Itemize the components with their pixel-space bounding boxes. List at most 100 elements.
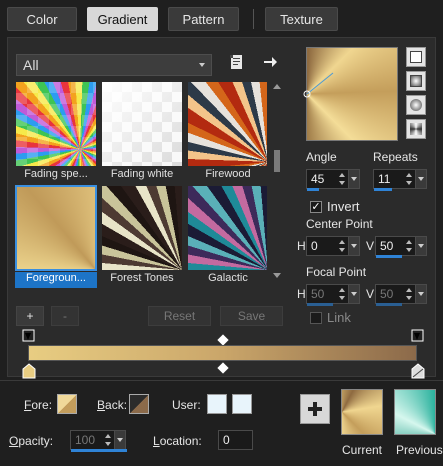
angle-label: Angle — [306, 150, 337, 164]
spin-arrows-icon[interactable] — [339, 172, 347, 186]
center-v-value: 50 — [380, 239, 394, 253]
scroll-up-icon[interactable] — [273, 84, 281, 89]
radial-shape-button[interactable] — [406, 95, 426, 115]
preset-tile[interactable]: Fading spe... — [15, 82, 97, 186]
preset-thumbnail — [15, 185, 97, 271]
user-label: User: — [172, 398, 201, 412]
preset-thumbnail — [16, 82, 96, 166]
location-input[interactable]: 0 — [218, 430, 253, 450]
rectangular-shape-button[interactable] — [406, 71, 426, 91]
preset-tile[interactable]: Galactic — [187, 186, 267, 289]
chevron-down-icon — [199, 63, 205, 67]
preset-name: Galactic — [208, 272, 248, 284]
chevron-down-icon[interactable] — [348, 285, 359, 303]
repeats-input[interactable]: 11 — [373, 169, 427, 191]
chevron-down-icon[interactable] — [415, 170, 426, 188]
spin-arrows-icon[interactable] — [406, 287, 414, 301]
preset-tile-selected[interactable]: Foregroun... — [15, 185, 97, 289]
chevron-down-icon[interactable] — [348, 237, 359, 255]
preset-grid: Fading spe... Fading white Firewood Fore… — [15, 82, 267, 289]
spin-arrows-icon[interactable] — [406, 239, 414, 253]
current-gradient-swatch[interactable] — [341, 389, 383, 435]
add-preset-button[interactable]: + — [16, 306, 44, 326]
focal-v-value: 50 — [380, 287, 394, 301]
add-to-palette-button[interactable] — [300, 394, 330, 424]
opacity-input[interactable]: 100 — [70, 430, 127, 452]
sunburst-shape-button[interactable] — [406, 119, 426, 139]
link-checkbox[interactable] — [310, 312, 322, 324]
preset-name: Foregroun... — [15, 272, 97, 288]
tab-color[interactable]: Color — [7, 7, 77, 31]
fore-color-swatch[interactable] — [57, 394, 77, 414]
center-point-handle[interactable] — [303, 46, 395, 140]
preset-thumbnail — [188, 82, 267, 166]
center-v-label: V — [366, 239, 375, 253]
focal-v-bar — [376, 303, 402, 306]
focal-h-label: H — [297, 287, 306, 301]
category-select-value: All — [23, 57, 39, 73]
fore-label: Fore: — [24, 398, 53, 412]
linear-shape-button[interactable] — [406, 47, 426, 67]
invert-checkbox[interactable]: ✓ — [310, 201, 322, 213]
category-select[interactable]: All — [16, 54, 212, 76]
scroll-thumb[interactable] — [274, 150, 280, 172]
preset-tile[interactable]: Forest Tones — [101, 186, 183, 289]
preset-tile[interactable]: Fading white — [101, 82, 183, 186]
chevron-down-icon[interactable] — [114, 431, 125, 449]
opacity-bar — [71, 449, 127, 452]
spin-arrows-icon[interactable] — [406, 172, 414, 186]
tab-gradient[interactable]: Gradient — [87, 7, 158, 31]
focal-h-input[interactable]: 50 — [306, 284, 360, 306]
user-color-swatch-1[interactable] — [207, 394, 227, 414]
file-icon[interactable] — [229, 54, 245, 70]
opacity-stop-right[interactable] — [411, 329, 425, 343]
opacity-label: Opacity: — [9, 434, 54, 448]
spin-arrows-icon[interactable] — [339, 287, 347, 301]
invert-label: Invert — [327, 199, 360, 214]
location-label: Location: — [153, 434, 202, 448]
focal-v-label: V — [366, 287, 375, 301]
remove-preset-button[interactable]: - — [51, 306, 79, 326]
user-color-swatch-2[interactable] — [232, 394, 252, 414]
chevron-down-icon[interactable] — [415, 285, 426, 303]
angle-input[interactable]: 45 — [306, 169, 360, 191]
opacity-value: 100 — [75, 433, 96, 447]
gradient-bar[interactable] — [28, 345, 417, 361]
back-label: Back: — [97, 398, 128, 412]
preset-thumbnail — [102, 82, 182, 166]
spin-arrows-icon[interactable] — [339, 239, 347, 253]
repeats-label: Repeats — [373, 150, 418, 164]
previous-label: Previous — [396, 443, 443, 457]
preset-scrollbar[interactable] — [271, 82, 283, 280]
focal-h-bar — [307, 303, 333, 306]
gradient-preview[interactable] — [303, 46, 398, 141]
color-stop-left[interactable] — [22, 363, 36, 379]
angle-value: 45 — [311, 172, 325, 186]
center-v-bar — [376, 255, 402, 258]
chevron-down-icon[interactable] — [415, 237, 426, 255]
scroll-down-icon[interactable] — [273, 273, 281, 278]
center-h-input[interactable]: 0 — [306, 236, 360, 256]
back-color-swatch[interactable] — [129, 394, 149, 414]
spin-arrows-icon[interactable] — [105, 433, 113, 447]
preset-tile[interactable]: Firewood — [187, 82, 267, 186]
tab-separator — [253, 9, 254, 29]
tab-pattern[interactable]: Pattern — [168, 7, 239, 31]
previous-gradient-swatch[interactable] — [394, 389, 436, 435]
center-h-value: 0 — [311, 239, 318, 253]
save-button[interactable]: Save — [220, 306, 283, 326]
color-stop-right[interactable] — [411, 363, 425, 379]
reset-button[interactable]: Reset — [148, 306, 211, 326]
angle-bar — [307, 188, 319, 191]
focal-v-input[interactable]: 50 — [375, 284, 427, 306]
preset-name: Fading spe... — [24, 168, 88, 180]
location-value: 0 — [223, 433, 230, 447]
tab-texture[interactable]: Texture — [265, 7, 338, 31]
preset-name: Forest Tones — [110, 272, 174, 284]
arrow-right-icon[interactable] — [262, 54, 278, 70]
center-v-input[interactable]: 50 — [375, 236, 427, 258]
opacity-stop-left[interactable] — [22, 329, 36, 343]
chevron-down-icon[interactable] — [348, 170, 359, 188]
preset-name: Firewood — [205, 168, 251, 180]
center-h-label: H — [297, 239, 306, 253]
